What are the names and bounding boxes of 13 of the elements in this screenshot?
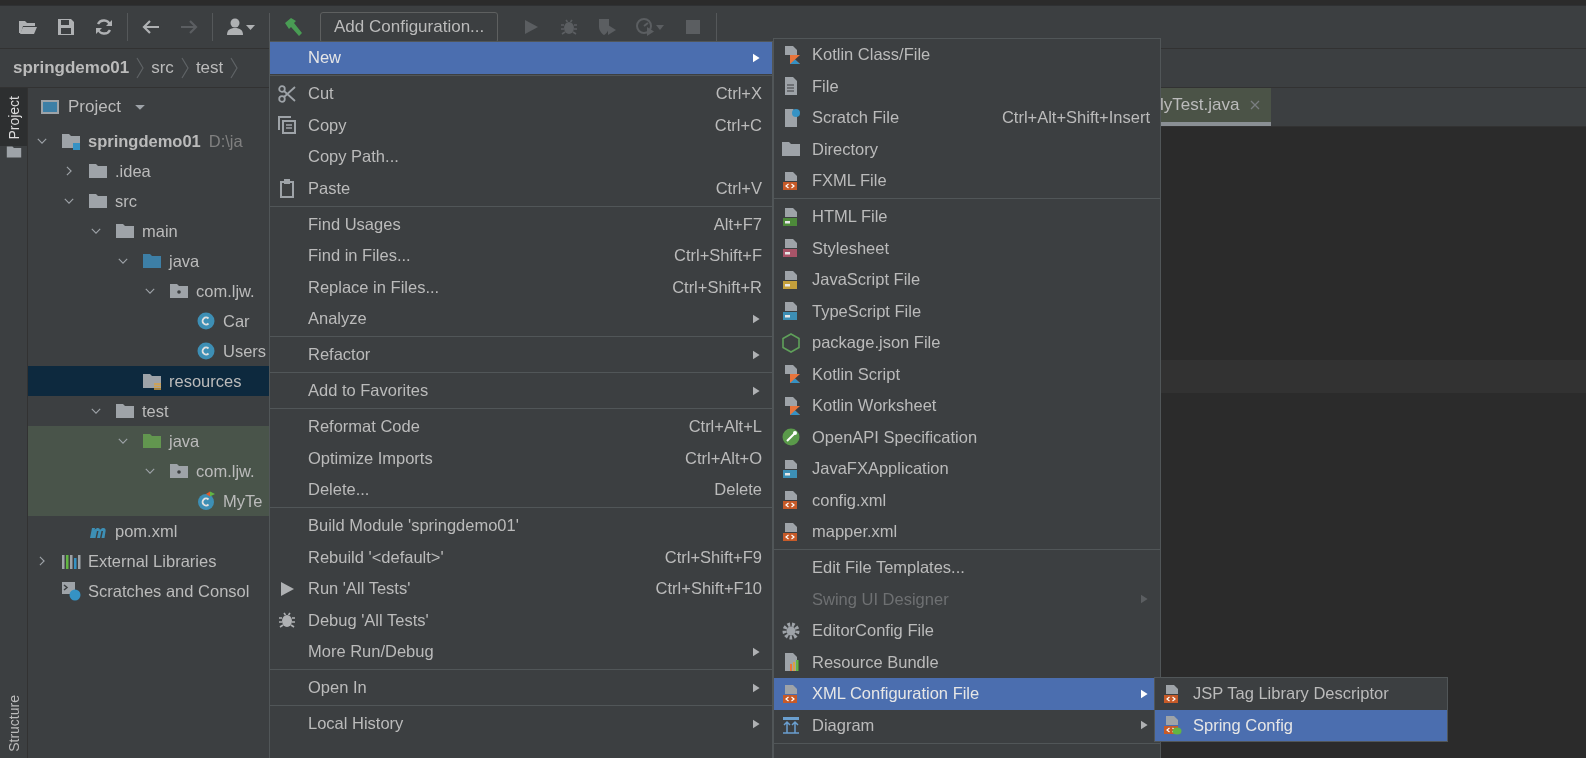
shortcut-label: Ctrl+V xyxy=(715,178,762,198)
shortcut-label: Ctrl+C xyxy=(714,115,762,135)
shortcut-label: Ctrl+Shift+R xyxy=(672,277,762,297)
shortcut-label: Ctrl+Shift+F10 xyxy=(655,579,762,599)
shortcut-label: Ctrl+X xyxy=(715,84,762,104)
shortcut-label: Alt+F7 xyxy=(713,214,762,234)
shortcut-label: Ctrl+Shift+F xyxy=(673,246,762,266)
shortcut-label: Ctrl+Alt+Shift+Insert xyxy=(1001,108,1150,128)
shortcut-label: Ctrl+Alt+L xyxy=(688,417,762,437)
shortcut-label: Ctrl+Shift+F9 xyxy=(664,547,762,567)
path-label: D:\ja xyxy=(208,131,243,151)
shortcut-label: Delete xyxy=(714,480,762,500)
shortcut-label: Ctrl+Alt+O xyxy=(684,448,762,468)
